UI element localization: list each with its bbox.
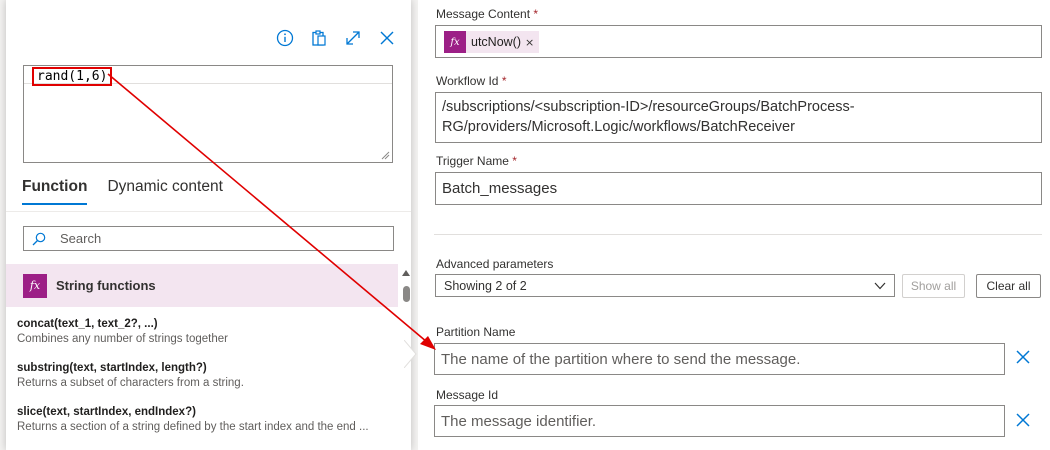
panel-callout-pointer xyxy=(404,340,417,368)
function-search[interactable] xyxy=(23,226,394,251)
trigger-name-field[interactable]: Batch_messages xyxy=(435,172,1042,205)
message-id-label: Message Id xyxy=(436,388,499,402)
section-divider xyxy=(434,234,1042,235)
function-signature: slice(text, startIndex, endIndex?) xyxy=(17,406,196,418)
partition-name-field[interactable] xyxy=(434,343,1005,375)
expand-button[interactable] xyxy=(343,28,363,48)
utcnow-token[interactable]: fx utcNow() × xyxy=(444,31,540,53)
chevron-down-icon xyxy=(874,282,886,290)
workflow-id-line-2: RG/providers/Microsoft.Logic/workflows/B… xyxy=(442,119,795,135)
expression-editor-panel: rand(1,6) Function Dynamic content fx St… xyxy=(6,0,411,450)
message-id-field[interactable] xyxy=(434,405,1005,437)
close-button[interactable] xyxy=(377,28,397,48)
trigger-name-label: Trigger Name * xyxy=(436,154,517,168)
workflow-id-line-1: /subscriptions/<subscription-ID>/resourc… xyxy=(442,99,855,115)
message-content-field[interactable]: fx utcNow() × xyxy=(435,25,1042,58)
token-label: utcNow() xyxy=(471,35,522,49)
advanced-parameters-dropdown[interactable]: Showing 2 of 2 xyxy=(435,274,895,297)
clipboard-icon xyxy=(312,30,326,46)
close-icon xyxy=(1016,350,1030,364)
workflow-id-field[interactable]: /subscriptions/<subscription-ID>/resourc… xyxy=(435,92,1042,143)
search-icon xyxy=(32,232,46,245)
category-string-functions[interactable]: fx String functions xyxy=(6,264,398,307)
remove-message-id-button[interactable] xyxy=(1015,412,1035,432)
expression-text: rand(1,6) xyxy=(32,67,113,86)
remove-partition-name-button[interactable] xyxy=(1015,349,1035,369)
resize-grip-icon[interactable] xyxy=(381,151,390,160)
function-signature: substring(text, startIndex, length?) xyxy=(17,362,207,374)
expand-icon xyxy=(346,31,360,45)
info-button[interactable] xyxy=(275,28,295,48)
function-tabs: Function Dynamic content xyxy=(22,178,223,205)
clear-all-button[interactable]: Clear all xyxy=(976,274,1041,298)
scroll-up-arrow-icon[interactable] xyxy=(402,270,410,276)
function-description: Returns a section of a string defined by… xyxy=(17,421,369,433)
close-icon xyxy=(380,31,394,45)
close-icon xyxy=(1016,413,1030,427)
function-description: Returns a subset of characters from a st… xyxy=(17,377,244,389)
show-all-button[interactable]: Show all xyxy=(902,274,965,298)
message-id-input[interactable] xyxy=(435,406,1004,436)
token-remove-icon[interactable]: × xyxy=(525,36,534,49)
trigger-name-value: Batch_messages xyxy=(442,180,558,197)
function-list: concat(text_1, text_2?, ...) Combines an… xyxy=(6,312,398,444)
expression-input[interactable]: rand(1,6) xyxy=(23,65,393,163)
function-item-concat[interactable]: concat(text_1, text_2?, ...) Combines an… xyxy=(6,312,398,356)
tab-divider xyxy=(6,211,411,212)
function-icon: fx xyxy=(444,31,466,53)
partition-name-label: Partition Name xyxy=(436,325,516,339)
workflow-id-label: Workflow Id * xyxy=(436,74,507,88)
clipboard-button[interactable] xyxy=(309,28,329,48)
category-label: String functions xyxy=(56,278,156,293)
function-item-substring[interactable]: substring(text, startIndex, length?) Ret… xyxy=(6,356,398,400)
advanced-parameters-label: Advanced parameters xyxy=(436,257,554,271)
tab-dynamic-content[interactable]: Dynamic content xyxy=(107,178,222,205)
dropdown-selected-value: Showing 2 of 2 xyxy=(444,278,527,293)
panel-toolbar xyxy=(275,28,397,48)
function-icon: fx xyxy=(23,273,47,298)
tab-function[interactable]: Function xyxy=(22,178,88,205)
partition-name-input[interactable] xyxy=(435,344,1004,374)
search-input[interactable] xyxy=(60,231,380,246)
function-signature: concat(text_1, text_2?, ...) xyxy=(17,318,158,330)
function-description: Combines any number of strings together xyxy=(17,333,228,345)
message-content-label: Message Content * xyxy=(436,7,539,21)
scroll-thumb[interactable] xyxy=(403,286,410,302)
info-icon xyxy=(276,29,294,47)
function-item-slice[interactable]: slice(text, startIndex, endIndex?) Retur… xyxy=(6,400,398,444)
